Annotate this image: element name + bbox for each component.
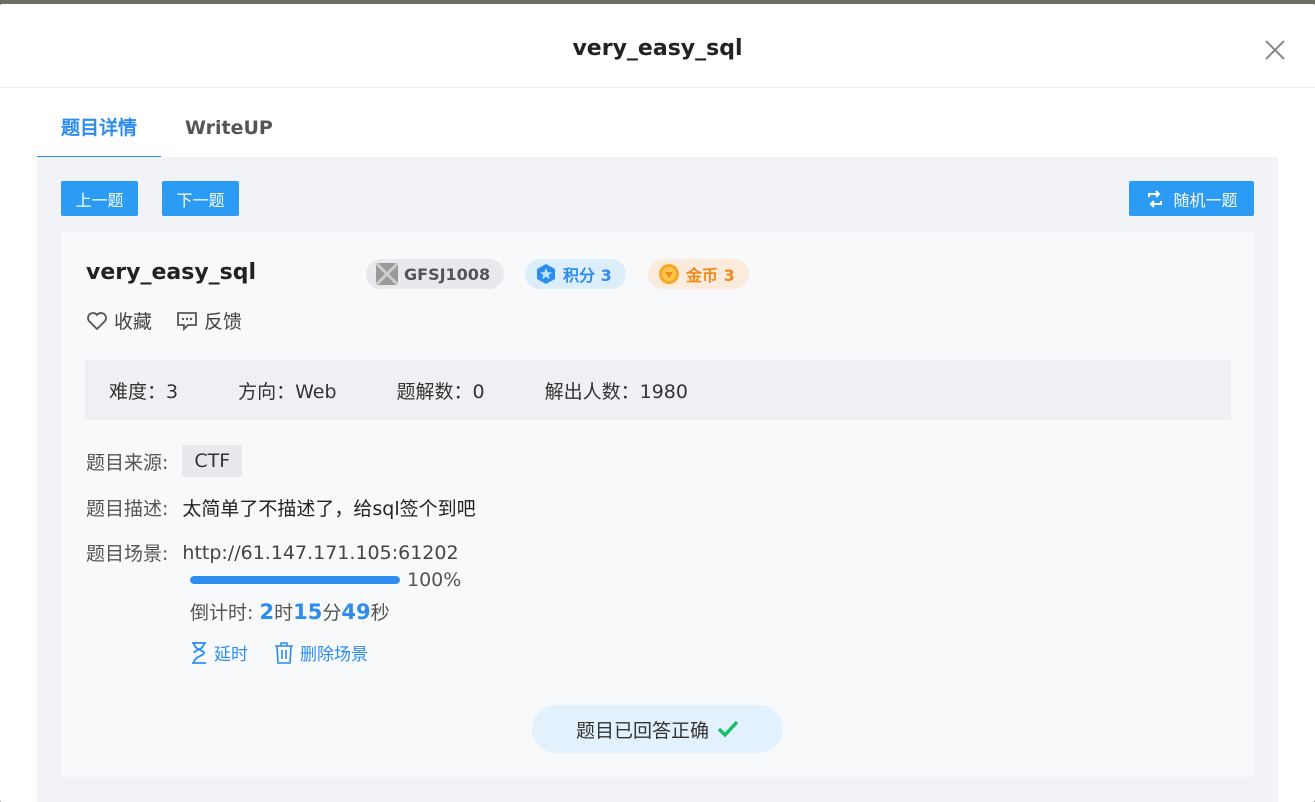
favorite-label: 收藏 — [114, 311, 153, 333]
extend-time-button[interactable]: 延时 — [190, 640, 248, 665]
random-problem-button[interactable]: 随机一题 — [1129, 181, 1254, 216]
problem-card: very_easy_sql GFSJ1008 积分 3 金币 3 收藏 反馈 难… — [61, 232, 1254, 777]
delete-scene-button[interactable]: 删除场景 — [274, 640, 368, 665]
feedback-button[interactable]: 反馈 — [176, 307, 242, 334]
favorite-button[interactable]: 收藏 — [86, 307, 152, 334]
scene-progress-fill — [190, 576, 400, 584]
stat-direction: 方向：Web — [238, 380, 337, 403]
countdown-hours: 2 — [259, 600, 275, 624]
countdown: 倒计时: 2时15分49秒 — [190, 598, 390, 625]
delete-scene-label: 删除场景 — [300, 645, 368, 665]
score-text: 积分 3 — [563, 266, 612, 285]
star-icon — [535, 263, 557, 285]
close-icon[interactable] — [1263, 38, 1287, 62]
scene-progress-bar — [190, 576, 400, 584]
scene-progress-text: 100% — [407, 569, 462, 591]
problem-id-text: GFSJ1008 — [404, 264, 491, 284]
problem-id-icon — [376, 263, 398, 285]
countdown-minutes: 15 — [293, 600, 323, 624]
problem-stats: 难度：3 方向：Web 题解数：0 解出人数：1980 — [85, 360, 1231, 420]
heart-icon — [87, 311, 107, 330]
problem-actions: 收藏 反馈 — [86, 307, 266, 334]
answered-label: 题目已回答正确 — [575, 719, 709, 742]
dialog-title: very_easy_sql — [572, 36, 743, 61]
tab-writeup[interactable]: WriteUP — [161, 89, 297, 159]
description-text: 太简单了不描述了，给sql签个到吧 — [182, 498, 476, 520]
scene-label: 题目场景: — [86, 543, 169, 565]
coin-icon — [658, 263, 680, 285]
shuffle-icon — [1148, 189, 1163, 208]
next-problem-button[interactable]: 下一题 — [162, 181, 239, 216]
trash-icon — [275, 641, 293, 664]
scene-actions: 延时 删除场景 — [190, 640, 394, 665]
prev-problem-button[interactable]: 上一题 — [61, 181, 138, 216]
countdown-seconds-unit: 秒 — [370, 602, 390, 624]
problem-panel: 上一题 下一题 随机一题 very_easy_sql GFSJ1008 积分 3 — [37, 157, 1278, 802]
countdown-seconds: 49 — [341, 600, 371, 624]
coin-badge: 金币 3 — [648, 259, 749, 289]
scene-row: 题目场景: http://61.147.171.105:61202 — [86, 539, 459, 566]
hourglass-icon — [192, 641, 206, 664]
scene-url[interactable]: http://61.147.171.105:61202 — [182, 542, 458, 564]
problem-dialog: very_easy_sql 题目详情 WriteUP 上一题 下一题 随机一题 … — [0, 4, 1315, 802]
description-label: 题目描述: — [86, 498, 169, 520]
source-tag: CTF — [182, 445, 243, 477]
problem-id-badge: GFSJ1008 — [366, 259, 505, 289]
countdown-minutes-unit: 分 — [322, 602, 342, 624]
countdown-label: 倒计时: — [190, 602, 260, 624]
comment-icon — [177, 311, 197, 331]
source-row: 题目来源: CTF — [86, 445, 243, 477]
dialog-header: very_easy_sql — [0, 4, 1315, 88]
stat-solvers: 解出人数：1980 — [544, 380, 688, 403]
random-problem-label: 随机一题 — [1173, 190, 1238, 210]
check-icon — [717, 720, 739, 738]
description-row: 题目描述: 太简单了不描述了，给sql签个到吧 — [86, 494, 476, 521]
tab-bar: 题目详情 WriteUP — [37, 89, 297, 159]
tab-problem-details[interactable]: 题目详情 — [37, 89, 162, 159]
feedback-label: 反馈 — [204, 311, 243, 333]
stat-solutions: 题解数：0 — [396, 380, 485, 403]
score-badge: 积分 3 — [525, 259, 626, 289]
countdown-hours-unit: 时 — [274, 602, 294, 624]
coin-text: 金币 3 — [686, 266, 735, 285]
source-label: 题目来源: — [86, 451, 169, 474]
answered-status: 题目已回答正确 — [532, 705, 783, 753]
stat-difficulty: 难度：3 — [109, 380, 179, 403]
problem-title: very_easy_sql — [86, 260, 257, 285]
extend-time-label: 延时 — [214, 645, 248, 665]
